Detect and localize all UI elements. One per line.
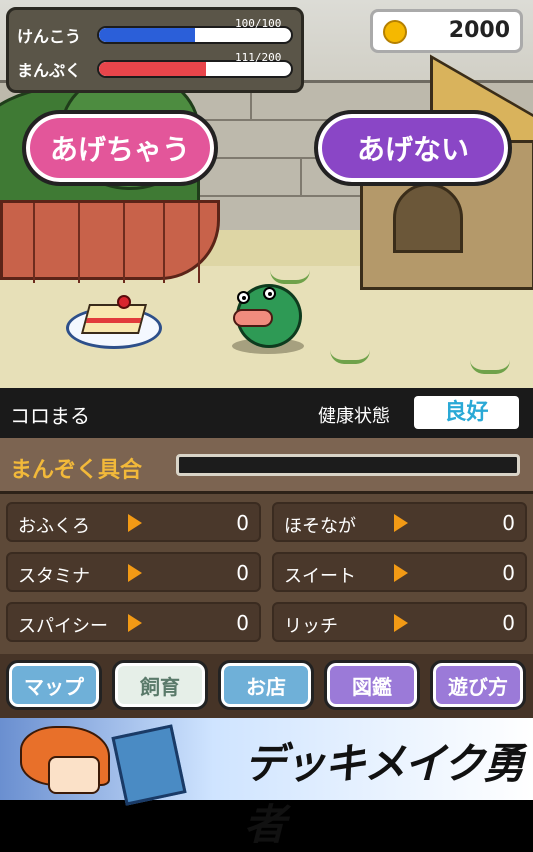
- pet-eye-icon: [237, 291, 250, 304]
- arrow-right-icon: [128, 564, 142, 582]
- flavor-value: 0: [502, 561, 515, 585]
- flavor-label: リッチ: [284, 616, 338, 637]
- flavor-tile: おふくろ 0: [6, 502, 261, 542]
- flavor-label: スイート: [284, 566, 356, 587]
- health-label: けんこう: [17, 27, 82, 46]
- strawberry-icon: [117, 295, 131, 309]
- health-bar-fill: [99, 28, 195, 42]
- pet-name: コロまる: [10, 404, 90, 428]
- give-button[interactable]: あげちゃう: [22, 110, 218, 186]
- flavor-tile: リッチ 0: [272, 602, 527, 642]
- nav-button-3[interactable]: 図鑑: [324, 660, 420, 710]
- flavor-label: おふくろ: [18, 516, 90, 537]
- nav-button-4[interactable]: 遊び方: [430, 660, 526, 710]
- arrow-right-icon: [394, 564, 408, 582]
- flavor-value: 0: [502, 511, 515, 535]
- banner-title: デッキメイク勇者: [244, 739, 525, 849]
- hero-face: [48, 756, 100, 794]
- flavor-tile: スタミナ 0: [6, 552, 261, 592]
- coin-amount: 2000: [448, 18, 510, 43]
- health-value: 100/100: [235, 17, 282, 30]
- flavor-value: 0: [236, 611, 249, 635]
- health-status-label: 健康状態: [318, 406, 390, 427]
- brick-flower-bed: [0, 200, 220, 283]
- fullness-label: まんぷく: [17, 61, 82, 80]
- pet-mouth: [233, 309, 273, 327]
- satisfaction-bar: [176, 454, 520, 476]
- status-panel: けんこう 100/100 まんぷく 111/200: [6, 7, 304, 93]
- flavor-tile: スイート 0: [272, 552, 527, 592]
- flavor-value: 0: [236, 511, 249, 535]
- arrow-right-icon: [394, 514, 408, 532]
- satisfaction-panel: まんぞく具合 おふくろ 0 ほそなが 0 スタミナ 0 スイート 0 スパイシー 0 リッチ 0: [0, 438, 533, 654]
- bottom-nav: マップ 飼育 お店 図鑑 遊び方: [0, 654, 533, 718]
- dont-give-button[interactable]: あげない: [314, 110, 512, 186]
- satisfaction-row: まんぞく具合: [0, 438, 533, 494]
- flavor-value: 0: [236, 561, 249, 585]
- arrow-right-icon: [394, 614, 408, 632]
- pet-eye-icon: [263, 287, 276, 300]
- nav-button-0[interactable]: マップ: [6, 660, 102, 710]
- flavor-tile: スパイシー 0: [6, 602, 261, 642]
- pet-info-bar: コロまる 健康状態 良好: [0, 388, 533, 438]
- fullness-row: まんぷく 111/200: [17, 51, 293, 84]
- arrow-right-icon: [128, 514, 142, 532]
- fullness-bar-fill: [99, 62, 206, 76]
- flavor-label: ほそなが: [284, 516, 356, 537]
- gold-coin-icon: [383, 20, 407, 44]
- flavor-tile: ほそなが 0: [272, 502, 527, 542]
- strawberry-cake-food[interactable]: [80, 304, 148, 334]
- nav-button-2[interactable]: お店: [218, 660, 314, 710]
- doghouse-door: [393, 183, 463, 253]
- coin-counter: 2000: [370, 9, 523, 53]
- health-status-value: 良好: [414, 396, 519, 429]
- satisfaction-label: まんぞく具合: [10, 458, 143, 483]
- health-row: けんこう 100/100: [17, 17, 293, 50]
- fullness-value: 111/200: [235, 51, 282, 64]
- nav-button-1[interactable]: 飼育: [112, 660, 208, 710]
- flavor-value: 0: [502, 611, 515, 635]
- pet-creature[interactable]: [233, 284, 302, 348]
- arrow-right-icon: [128, 614, 142, 632]
- flavor-label: スパイシー: [18, 616, 108, 637]
- flavor-label: スタミナ: [18, 566, 90, 587]
